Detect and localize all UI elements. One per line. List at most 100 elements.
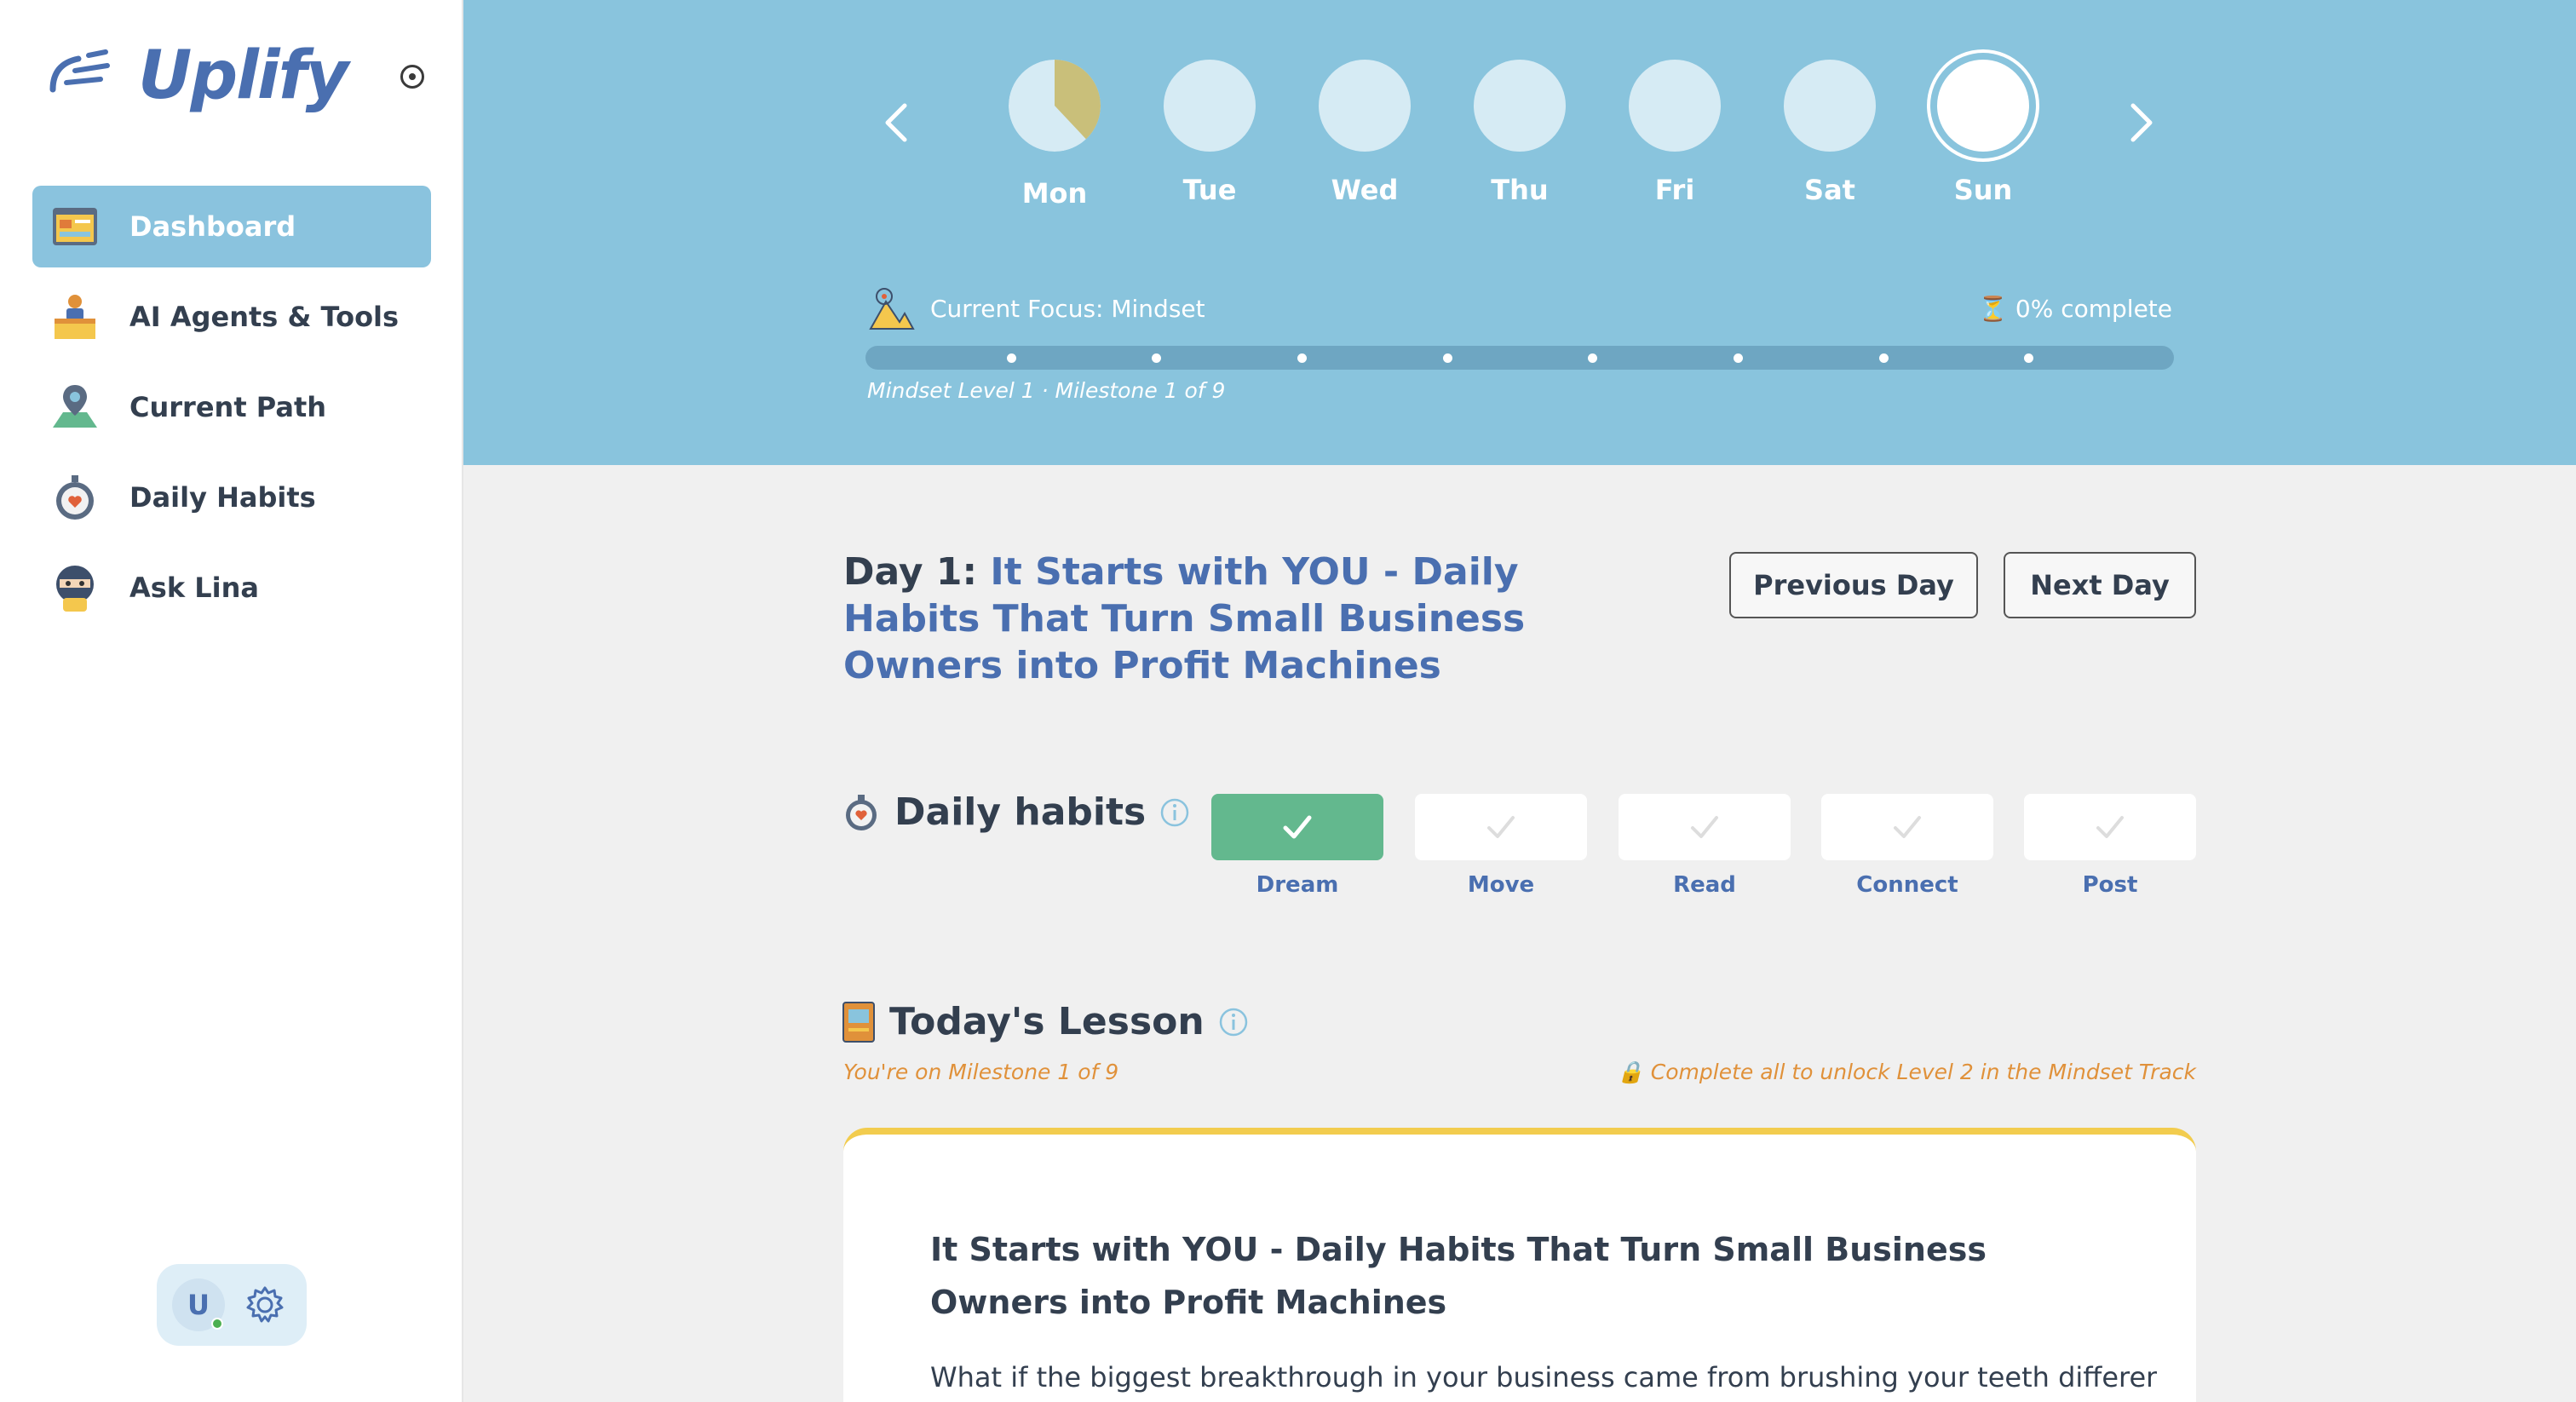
habit-move[interactable]: Move bbox=[1415, 794, 1587, 898]
day-prefix: Day 1: bbox=[843, 550, 978, 594]
milestone-subtitle: Mindset Level 1 · Milestone 1 of 9 bbox=[867, 378, 1226, 403]
milestone-marker bbox=[1442, 353, 1452, 363]
previous-week-arrow-icon[interactable] bbox=[879, 99, 913, 147]
page-title: Day 1: It Starts with YOU - Daily Habits… bbox=[843, 549, 1661, 689]
habit-checkbox[interactable] bbox=[1821, 794, 1993, 860]
daily-habits-title: Daily habits bbox=[894, 790, 1147, 834]
habit-dream[interactable]: Dream bbox=[1211, 794, 1383, 898]
day-progress-ring bbox=[1629, 60, 1721, 152]
sidebar-item-label: Ask Lina bbox=[129, 572, 259, 604]
habit-post[interactable]: Post bbox=[2024, 794, 2196, 898]
sidebar-item-label: Current Path bbox=[129, 391, 327, 423]
day-label: Mon bbox=[1021, 177, 1088, 210]
sidebar-item-label: Dashboard bbox=[129, 210, 296, 243]
day-sun[interactable]: Sun bbox=[1932, 60, 2034, 206]
completion-text: 0% complete bbox=[2015, 295, 2172, 323]
ninja-avatar-icon bbox=[56, 566, 94, 612]
habit-checkbox[interactable] bbox=[1619, 794, 1791, 860]
logo-mark-icon bbox=[49, 49, 110, 93]
habit-checkbox[interactable] bbox=[2024, 794, 2196, 860]
day-label: Sun bbox=[1953, 174, 2013, 206]
current-focus-label: Current Focus: Mindset bbox=[930, 295, 1205, 323]
milestone-marker bbox=[1006, 353, 1016, 363]
milestone-marker bbox=[1588, 353, 1598, 363]
day-sat[interactable]: Sat bbox=[1779, 60, 1881, 206]
stopwatch-heart-icon bbox=[846, 794, 877, 830]
sidebar-item-ai-agents[interactable]: AI Agents & Tools bbox=[32, 276, 431, 358]
lesson-card-title: It Starts with YOU - Daily Habits That T… bbox=[930, 1231, 1987, 1321]
sidebar-nav: Dashboard AI Agents & Tools Current Path bbox=[32, 186, 431, 637]
day-label: Thu bbox=[1491, 174, 1549, 206]
day-progress-ring bbox=[1784, 60, 1876, 152]
map-pin-icon bbox=[53, 385, 97, 428]
sidebar: Uplify Dashboard AI Agents & Tools Curre… bbox=[0, 0, 463, 1402]
completion-percent: ⏳ 0% complete bbox=[1978, 295, 2172, 323]
lesson-book-icon bbox=[842, 1001, 875, 1043]
lesson-card-body: What if the biggest breakthrough in your… bbox=[930, 1361, 2157, 1393]
day-progress-ring bbox=[1319, 60, 1411, 152]
day-progress-ring bbox=[1009, 60, 1101, 152]
milestone-marker bbox=[1297, 353, 1307, 363]
gear-icon[interactable] bbox=[244, 1284, 286, 1326]
day-label: Tue bbox=[1182, 174, 1237, 206]
check-icon bbox=[1894, 816, 1921, 838]
habit-label: Post bbox=[2082, 872, 2138, 898]
todays-lesson-title: Today's Lesson bbox=[889, 1000, 1205, 1043]
day-fri[interactable]: Fri bbox=[1624, 60, 1726, 206]
mountain-flag-icon bbox=[869, 288, 915, 330]
habit-label: Dream bbox=[1256, 872, 1339, 898]
milestone-marker bbox=[1878, 353, 1889, 363]
avatar-initial: U bbox=[187, 1289, 210, 1321]
avatar[interactable]: U bbox=[172, 1278, 225, 1331]
habit-label: Connect bbox=[1856, 872, 1958, 898]
logo[interactable]: Uplify bbox=[41, 37, 348, 114]
info-icon[interactable] bbox=[1159, 797, 1190, 828]
lesson-card: It Starts with YOU - Daily Habits That T… bbox=[843, 1128, 2196, 1402]
habit-checkbox[interactable] bbox=[1211, 794, 1383, 860]
daily-habits-header: Daily habits bbox=[842, 790, 1190, 834]
focus-progress-bar bbox=[865, 346, 2174, 370]
day-tue[interactable]: Tue bbox=[1159, 60, 1261, 206]
stopwatch-heart-icon bbox=[56, 475, 94, 520]
check-icon bbox=[1283, 815, 1312, 839]
day-wed[interactable]: Wed bbox=[1314, 60, 1416, 206]
milestone-marker bbox=[1734, 353, 1743, 363]
unlock-note: 🔒 Complete all to unlock Level 2 in the … bbox=[1617, 1060, 2196, 1084]
sidebar-item-label: Daily Habits bbox=[129, 481, 316, 514]
todays-lesson-header: Today's Lesson bbox=[842, 1000, 1249, 1043]
day-label: Sat bbox=[1804, 174, 1855, 206]
habit-label: Read bbox=[1673, 872, 1736, 898]
sidebar-item-ask-lina[interactable]: Ask Lina bbox=[32, 547, 431, 629]
day-progress-ring bbox=[1164, 60, 1256, 152]
day-progress-ring bbox=[1937, 60, 2029, 152]
sidebar-item-daily-habits[interactable]: Daily Habits bbox=[32, 457, 431, 538]
previous-day-button[interactable]: Previous Day bbox=[1729, 552, 1978, 618]
check-icon bbox=[2096, 816, 2124, 838]
hourglass-icon: ⏳ bbox=[1978, 295, 2015, 323]
day-label: Fri bbox=[1654, 174, 1695, 206]
agent-box-icon bbox=[55, 295, 95, 339]
logo-text: Uplify bbox=[138, 37, 348, 114]
milestone-marker bbox=[2024, 353, 2034, 363]
habit-connect[interactable]: Connect bbox=[1821, 794, 1993, 898]
dashboard-window-icon bbox=[53, 208, 97, 245]
habit-label: Move bbox=[1467, 872, 1535, 898]
info-icon[interactable] bbox=[1218, 1007, 1249, 1037]
sidebar-item-dashboard[interactable]: Dashboard bbox=[32, 186, 431, 267]
collapse-sidebar-button[interactable] bbox=[400, 65, 424, 89]
day-mon[interactable]: Mon bbox=[1003, 60, 1106, 210]
user-menu: U bbox=[157, 1264, 307, 1346]
day-progress-ring bbox=[1474, 60, 1566, 152]
sidebar-item-current-path[interactable]: Current Path bbox=[32, 366, 431, 448]
habit-read[interactable]: Read bbox=[1619, 794, 1791, 898]
milestone-note: You're on Milestone 1 of 9 bbox=[843, 1060, 1119, 1084]
check-icon bbox=[1487, 816, 1515, 838]
milestone-marker bbox=[1152, 353, 1162, 363]
day-thu[interactable]: Thu bbox=[1469, 60, 1571, 206]
habit-checkbox[interactable] bbox=[1415, 794, 1587, 860]
check-icon bbox=[1691, 816, 1718, 838]
sidebar-item-label: AI Agents & Tools bbox=[129, 301, 400, 333]
next-day-button[interactable]: Next Day bbox=[2004, 552, 2196, 618]
next-week-arrow-icon[interactable] bbox=[2125, 99, 2159, 147]
online-status-dot bbox=[211, 1318, 223, 1330]
